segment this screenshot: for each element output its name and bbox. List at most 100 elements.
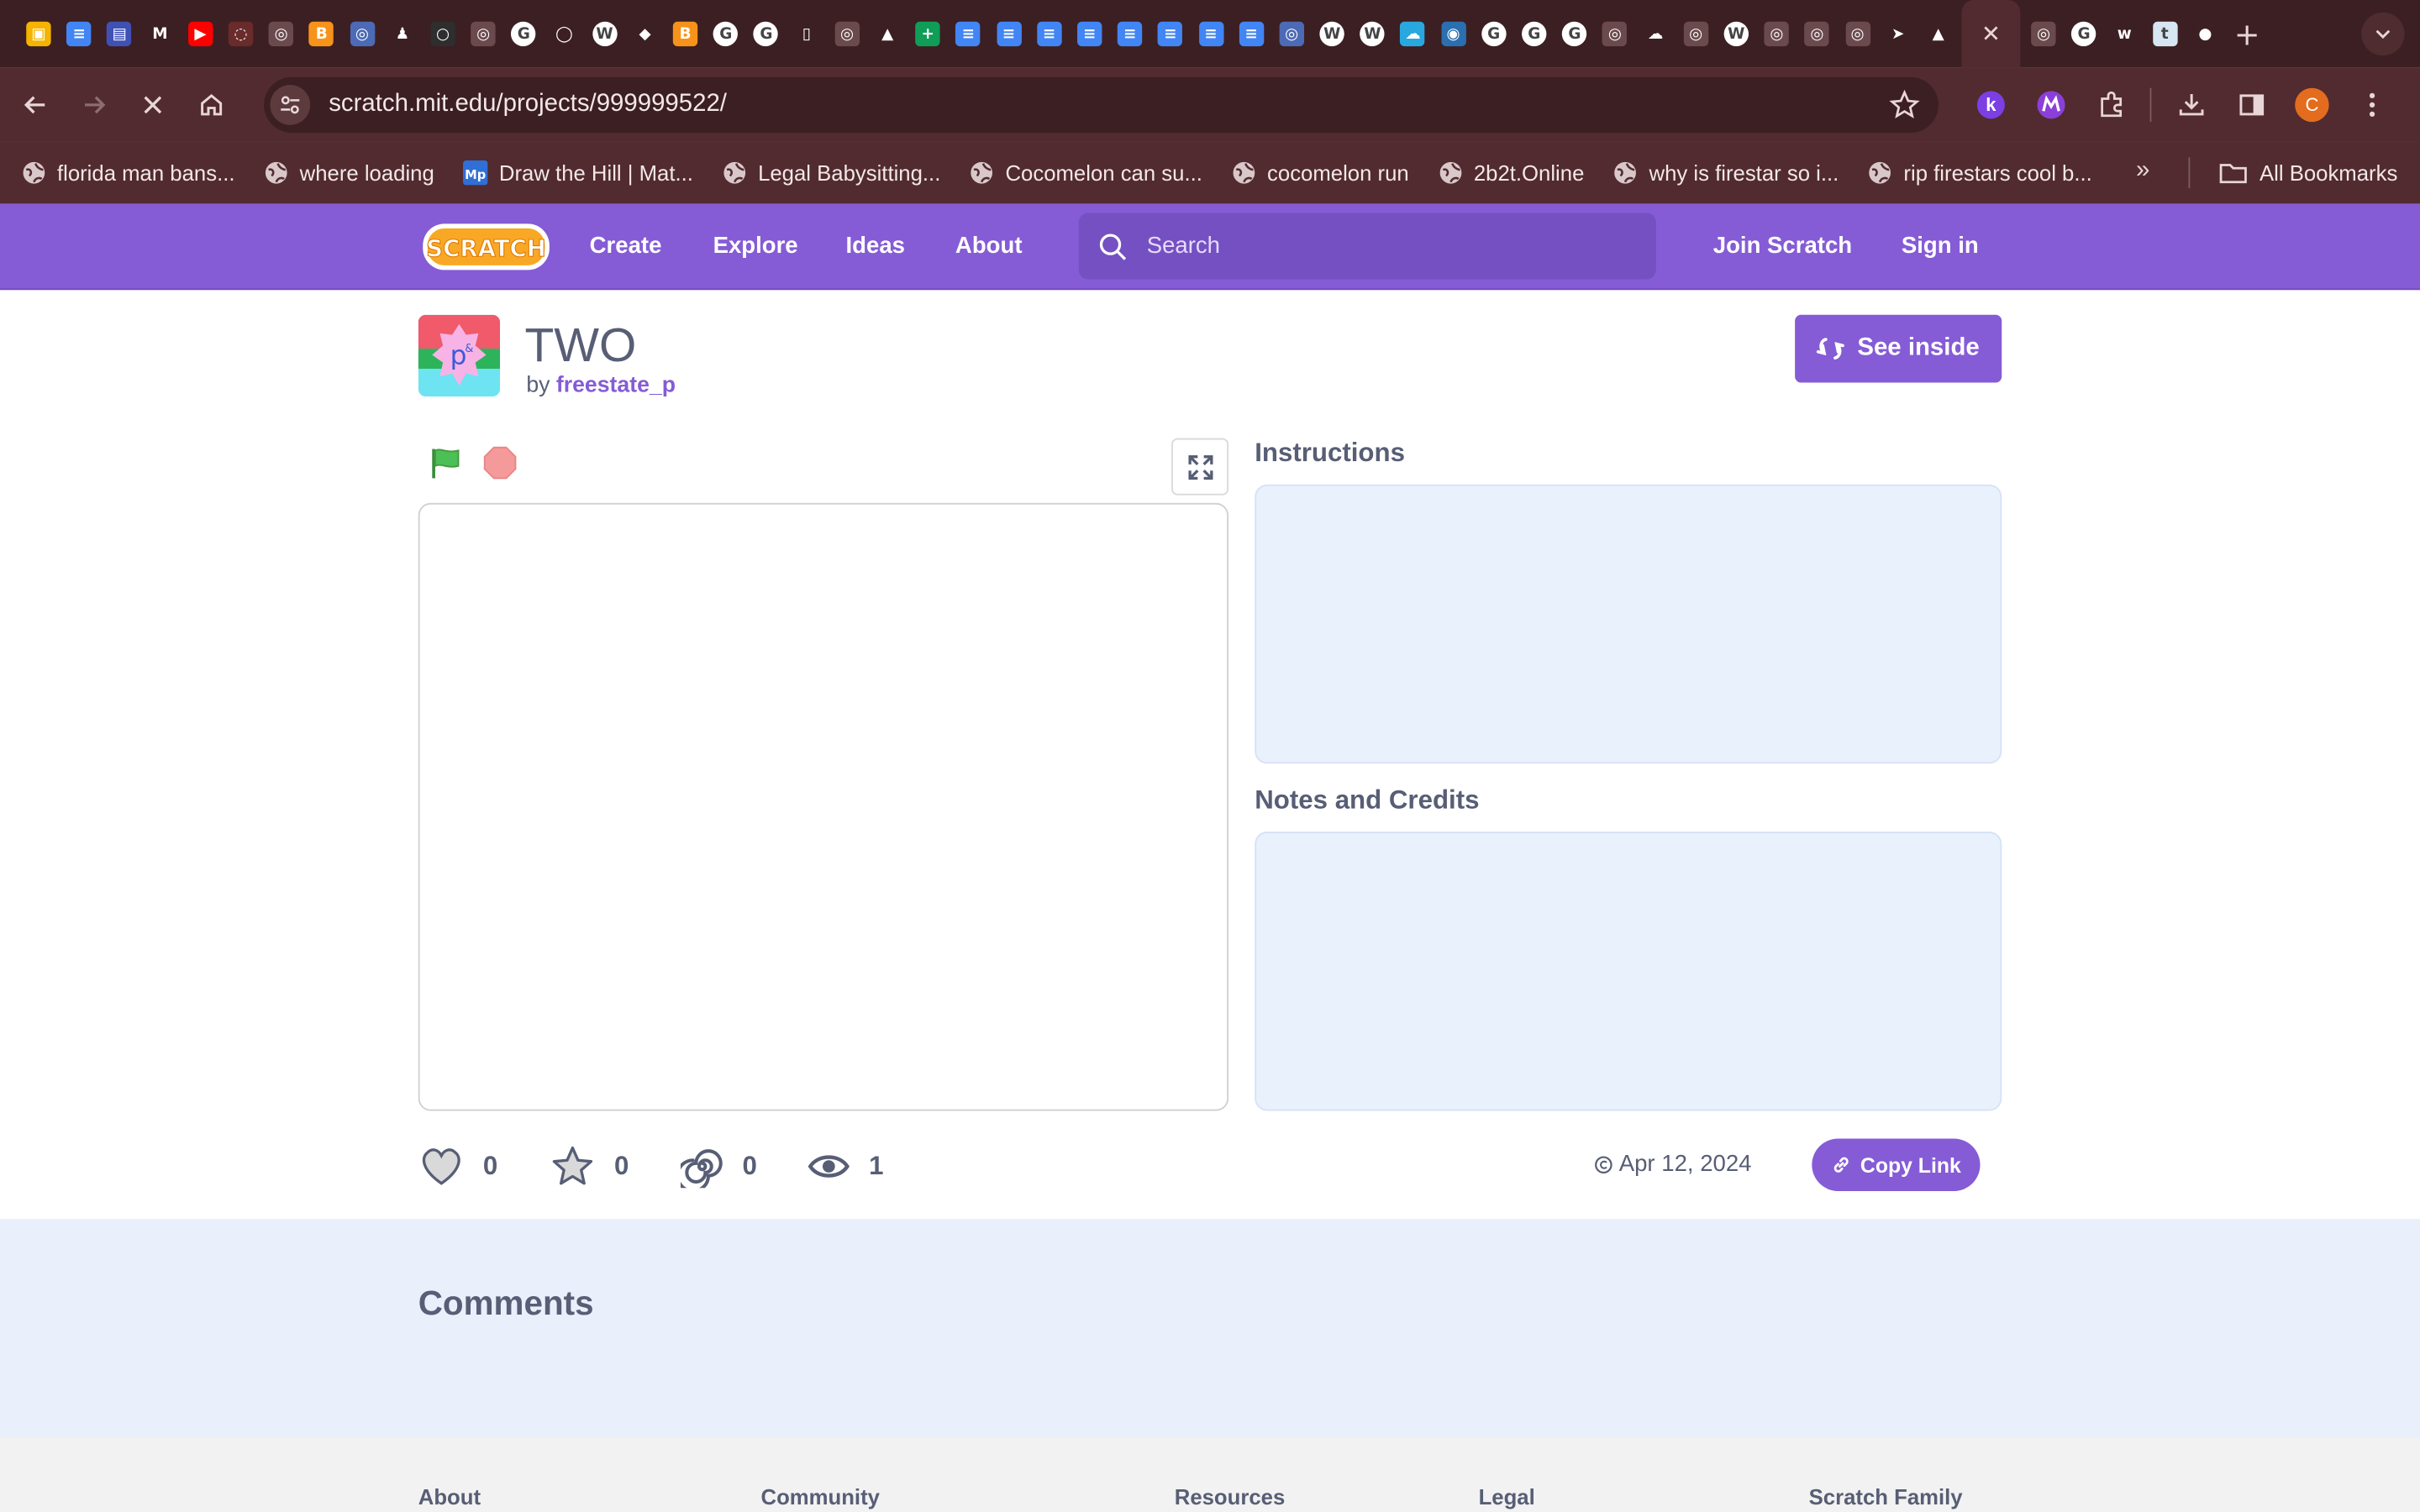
browser-tab[interactable]: ◯ [544, 0, 584, 68]
favorite-button[interactable]: 0 [550, 1145, 681, 1188]
browser-tab[interactable]: ◎ [2023, 0, 2064, 68]
extension-button[interactable] [2029, 83, 2072, 126]
bookmark-item[interactable]: Legal Babysitting... [723, 160, 940, 185]
browser-tab[interactable]: + [908, 0, 948, 68]
love-button[interactable]: 0 [418, 1145, 550, 1188]
browser-tab[interactable]: W [1716, 0, 1756, 68]
browser-tab[interactable]: ▤ [99, 0, 139, 68]
extensions-menu-button[interactable] [2090, 83, 2133, 126]
browser-tab[interactable]: ▲ [867, 0, 908, 68]
browser-tab[interactable]: ▯ [786, 0, 827, 68]
browser-tab[interactable]: ○ [423, 0, 463, 68]
active-tab[interactable]: ✕ [1961, 0, 2021, 68]
browser-tab[interactable]: ◎ [1756, 0, 1797, 68]
sign-in-link[interactable]: Sign in [1902, 233, 1979, 259]
chrome-menu-button[interactable] [2350, 83, 2393, 126]
browser-tab[interactable]: ≡ [1110, 0, 1150, 68]
site-info-button[interactable] [270, 85, 311, 125]
browser-tab[interactable]: ☁ [1392, 0, 1433, 68]
bookmark-star-button[interactable] [1889, 89, 1920, 129]
url-text: scratch.mit.edu/projects/999999522/ [329, 91, 727, 118]
close-tab-icon[interactable]: ✕ [1979, 20, 2003, 48]
bookmark-item[interactable]: cocomelon run [1232, 160, 1409, 185]
nav-explore[interactable]: Explore [713, 233, 798, 259]
browser-tab[interactable]: G [746, 0, 786, 68]
address-bar[interactable]: scratch.mit.edu/projects/999999522/ [264, 76, 1939, 133]
forward-button[interactable] [68, 79, 120, 131]
browser-tab[interactable]: ➤ [1878, 0, 1918, 68]
browser-tab[interactable]: ◎ [1797, 0, 1837, 68]
bookmark-item[interactable]: rip firestars cool b... [1868, 160, 2092, 185]
join-scratch-link[interactable]: Join Scratch [1713, 233, 1852, 259]
browser-tab[interactable]: ≡ [948, 0, 988, 68]
tab-search-button[interactable] [2361, 12, 2405, 56]
fullscreen-button[interactable] [1171, 438, 1229, 496]
browser-tab[interactable]: W [1352, 0, 1392, 68]
browser-tab[interactable]: ≡ [1070, 0, 1110, 68]
browser-tab[interactable]: t [2144, 0, 2185, 68]
browser-tab[interactable]: ◎ [342, 0, 382, 68]
scratch-logo[interactable]: SCRATCH [421, 221, 550, 273]
browser-tab[interactable]: ♟ [382, 0, 423, 68]
k-extension-button[interactable]: k [1970, 83, 2012, 126]
browser-tab[interactable]: G [2064, 0, 2104, 68]
browser-tab[interactable]: ◎ [1838, 0, 1878, 68]
browser-tab[interactable]: ≡ [1150, 0, 1191, 68]
home-button[interactable] [185, 79, 237, 131]
browser-tab[interactable]: W [1312, 0, 1352, 68]
downloads-button[interactable] [2170, 83, 2212, 126]
browser-tab[interactable]: G [1474, 0, 1514, 68]
stop-loading-button[interactable] [127, 79, 179, 131]
browser-tab[interactable]: w [2104, 0, 2144, 68]
browser-tab[interactable]: W [584, 0, 624, 68]
browser-tab[interactable]: ≡ [59, 0, 99, 68]
browser-tab[interactable]: ▣ [18, 0, 59, 68]
author-link[interactable]: freestate_p [556, 373, 676, 397]
browser-tab[interactable]: ≡ [1191, 0, 1231, 68]
bookmark-item[interactable]: where loading [264, 160, 434, 185]
browser-tab[interactable]: ◆ [625, 0, 666, 68]
browser-tab[interactable]: ≡ [1231, 0, 1271, 68]
more-bookmarks-button[interactable]: » [2136, 157, 2149, 185]
browser-tab[interactable]: G [1514, 0, 1555, 68]
browser-tab[interactable]: ◎ [1676, 0, 1716, 68]
browser-tab[interactable]: ◎ [463, 0, 503, 68]
browser-tab[interactable]: G [1555, 0, 1595, 68]
profile-button[interactable]: C [2291, 83, 2333, 126]
bookmark-item[interactable]: why is firestar so i... [1613, 160, 1839, 185]
project-stage[interactable] [418, 502, 1229, 1111]
stop-button[interactable] [481, 444, 518, 489]
see-inside-button[interactable]: See inside [1795, 314, 2002, 383]
browser-tab[interactable]: B [666, 0, 706, 68]
search-input[interactable]: Search [1078, 213, 1656, 280]
nav-create[interactable]: Create [590, 233, 662, 259]
nav-ideas[interactable]: Ideas [846, 233, 905, 259]
browser-tab[interactable]: ◎ [1271, 0, 1312, 68]
all-bookmarks-button[interactable]: All Bookmarks [2219, 142, 2397, 203]
browser-tab[interactable]: ▶ [180, 0, 220, 68]
bookmark-item[interactable]: Cocomelon can su... [970, 160, 1202, 185]
browser-tab[interactable]: ◎ [827, 0, 867, 68]
browser-tab[interactable]: M [139, 0, 180, 68]
new-tab-button[interactable]: + [2225, 0, 2268, 68]
bookmark-item[interactable]: Mp Draw the Hill | Mat... [463, 160, 693, 186]
browser-tab[interactable]: ≡ [988, 0, 1028, 68]
browser-tab[interactable]: ▲ [1918, 0, 1959, 68]
browser-tab[interactable]: ◎ [1595, 0, 1635, 68]
browser-tab[interactable]: ● [2185, 0, 2225, 68]
browser-tab[interactable]: ◌ [221, 0, 261, 68]
side-panel-button[interactable] [2230, 83, 2273, 126]
back-button[interactable] [9, 79, 61, 131]
nav-about[interactable]: About [955, 233, 1023, 259]
browser-tab[interactable]: B [302, 0, 342, 68]
browser-tab[interactable]: ≡ [1029, 0, 1070, 68]
browser-tab[interactable]: G [503, 0, 544, 68]
bookmark-item[interactable]: florida man bans... [22, 160, 235, 185]
browser-tab[interactable]: ☁ [1635, 0, 1676, 68]
browser-tab[interactable]: G [706, 0, 746, 68]
bookmark-item[interactable]: 2b2t.Online [1439, 160, 1584, 185]
browser-tab[interactable]: ◉ [1434, 0, 1474, 68]
browser-tab[interactable]: ◎ [261, 0, 302, 68]
copy-link-button[interactable]: Copy Link [1812, 1138, 1981, 1191]
green-flag-button[interactable] [428, 444, 465, 489]
